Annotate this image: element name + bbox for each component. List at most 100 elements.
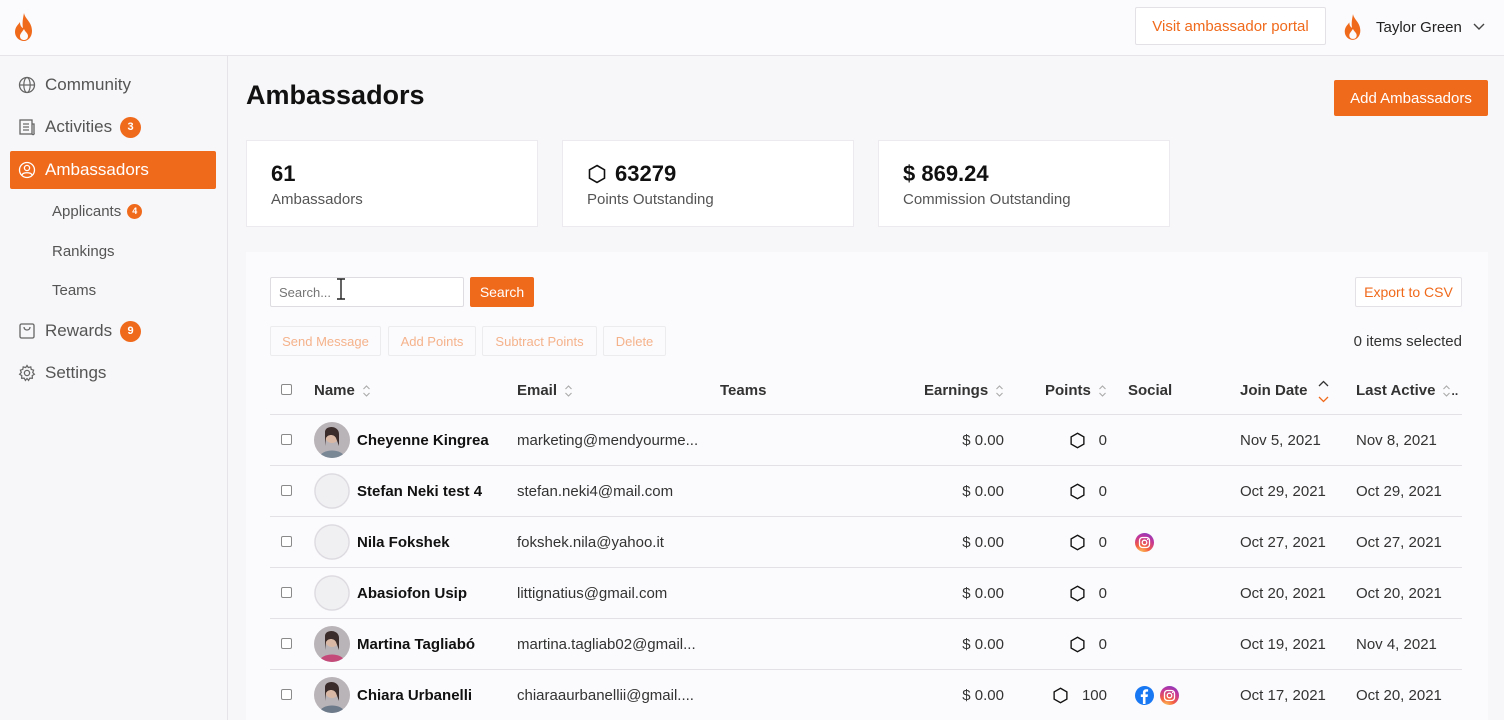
ambassador-points: 100 bbox=[1035, 670, 1107, 720]
ambassador-points: 0 bbox=[1035, 466, 1107, 516]
ambassador-last-active: Oct 20, 2021 bbox=[1356, 686, 1442, 704]
ambassador-name[interactable]: Cheyenne Kingrea bbox=[357, 415, 489, 465]
row-checkbox[interactable] bbox=[281, 434, 292, 445]
table-row[interactable]: Abasiofon Usip littignatius@gmail.com $ … bbox=[270, 568, 1462, 619]
ambassador-name[interactable]: Nila Fokshek bbox=[357, 517, 450, 567]
sort-icon[interactable] bbox=[1098, 382, 1107, 400]
sidebar-subitem-teams[interactable]: Teams bbox=[52, 279, 96, 301]
ambassador-email: chiaraaurbanellii@gmail.... bbox=[517, 686, 694, 704]
sidebar-item-label: Community bbox=[45, 75, 131, 94]
column-header-teams: Teams bbox=[720, 366, 766, 415]
user-flame-avatar-icon bbox=[1344, 14, 1361, 40]
sidebar-item-rewards[interactable]: Rewards 9 bbox=[10, 312, 216, 350]
ambassador-points: 0 bbox=[1035, 619, 1107, 669]
sidebar-item-ambassadors[interactable]: Ambassadors bbox=[10, 151, 216, 189]
column-header-earnings[interactable]: Earnings bbox=[924, 366, 1004, 415]
visit-portal-button[interactable]: Visit ambassador portal bbox=[1135, 7, 1326, 45]
ambassador-join-date: Oct 29, 2021 bbox=[1240, 482, 1326, 500]
table-row[interactable]: Martina Tagliabó martina.tagliab02@gmail… bbox=[270, 619, 1462, 670]
column-header-social: Social bbox=[1128, 366, 1172, 415]
column-label: Name bbox=[314, 382, 355, 399]
ambassador-join-date: Oct 19, 2021 bbox=[1240, 635, 1326, 653]
sort-descending-icon[interactable] bbox=[1317, 376, 1330, 406]
ambassador-email: martina.tagliab02@gmail... bbox=[517, 635, 696, 653]
sidebar-item-activities[interactable]: Activities 3 bbox=[10, 108, 216, 146]
avatar-photo bbox=[314, 422, 350, 458]
table-row[interactable]: Stefan Neki test 4 stefan.neki4@mail.com… bbox=[270, 466, 1462, 517]
table-row[interactable]: Cheyenne Kingrea marketing@mendyourme...… bbox=[270, 415, 1462, 466]
export-csv-button[interactable]: Export to CSV bbox=[1355, 277, 1462, 307]
sidebar-item-label: Ambassadors bbox=[45, 160, 149, 179]
sort-icon[interactable] bbox=[564, 382, 573, 400]
column-header-join-date[interactable]: Join Date bbox=[1240, 366, 1330, 415]
facebook-icon[interactable] bbox=[1135, 685, 1154, 705]
ambassador-earnings: $ 0.00 bbox=[962, 686, 1004, 704]
column-label: Social bbox=[1128, 382, 1173, 399]
hexagon-icon bbox=[1070, 431, 1085, 449]
column-header-name[interactable]: Name bbox=[314, 366, 371, 415]
add-ambassadors-button[interactable]: Add Ambassadors bbox=[1334, 80, 1488, 116]
ambassador-join-date: Oct 20, 2021 bbox=[1240, 584, 1326, 602]
ambassador-join-date: Oct 27, 2021 bbox=[1240, 533, 1326, 551]
column-header-points[interactable]: Points bbox=[1045, 366, 1107, 415]
row-checkbox[interactable] bbox=[281, 638, 292, 649]
sort-icon[interactable] bbox=[1442, 382, 1451, 400]
row-checkbox[interactable] bbox=[281, 689, 292, 700]
instagram-icon[interactable] bbox=[1135, 532, 1154, 552]
ambassador-social bbox=[1135, 517, 1160, 567]
ambassador-name[interactable]: Chiara Urbanelli bbox=[357, 670, 472, 720]
hexagon-icon bbox=[1070, 482, 1085, 500]
selected-count: 0 items selected bbox=[1353, 333, 1462, 350]
ambassador-points: 0 bbox=[1035, 415, 1107, 465]
delete-button[interactable]: Delete bbox=[603, 326, 666, 356]
ambassador-name[interactable]: Abasiofon Usip bbox=[357, 568, 467, 618]
ambassador-join-date: Oct 17, 2021 bbox=[1240, 686, 1326, 704]
column-overflow-ellipsis: .. bbox=[1451, 383, 1459, 398]
table-row[interactable]: Nila Fokshek fokshek.nila@yahoo.it $ 0.0… bbox=[270, 517, 1462, 568]
instagram-icon[interactable] bbox=[1160, 685, 1179, 705]
ambassador-points: 0 bbox=[1035, 517, 1107, 567]
gear-icon bbox=[18, 364, 36, 382]
rewards-count-badge: 9 bbox=[120, 320, 142, 342]
select-all-checkbox[interactable] bbox=[281, 384, 292, 395]
flame-logo-icon[interactable] bbox=[12, 12, 36, 42]
chevron-down-icon[interactable] bbox=[1472, 20, 1486, 34]
row-checkbox[interactable] bbox=[281, 536, 292, 547]
user-circle-icon bbox=[18, 161, 36, 179]
avatar-placeholder bbox=[314, 524, 350, 560]
sidebar-subitem-applicants[interactable]: Applicants 4 bbox=[52, 200, 143, 222]
text-cursor-icon bbox=[337, 278, 345, 300]
activities-count-badge: 3 bbox=[120, 116, 142, 138]
sidebar-item-settings[interactable]: Settings bbox=[10, 354, 216, 392]
search-button[interactable]: Search bbox=[470, 277, 534, 307]
ambassador-name[interactable]: Stefan Neki test 4 bbox=[357, 466, 482, 516]
sort-icon[interactable] bbox=[362, 382, 371, 400]
avatar-photo bbox=[314, 677, 350, 713]
avatar-placeholder bbox=[314, 575, 350, 611]
subtract-points-button[interactable]: Subtract Points bbox=[482, 326, 597, 356]
newspaper-icon bbox=[18, 118, 36, 136]
user-menu[interactable]: Taylor Green bbox=[1342, 12, 1486, 42]
sidebar-item-community[interactable]: Community bbox=[10, 66, 216, 104]
sidebar-item-label: Activities bbox=[45, 117, 113, 136]
sidebar-subitem-rankings[interactable]: Rankings bbox=[52, 240, 115, 262]
ambassador-name[interactable]: Martina Tagliabó bbox=[357, 619, 475, 669]
add-points-button[interactable]: Add Points bbox=[388, 326, 476, 356]
search-input[interactable] bbox=[270, 277, 464, 307]
sort-icon[interactable] bbox=[995, 382, 1004, 400]
sidebar-subitem-label: Teams bbox=[52, 281, 97, 299]
row-checkbox[interactable] bbox=[281, 485, 292, 496]
user-name: Taylor Green bbox=[1376, 18, 1462, 36]
row-checkbox[interactable] bbox=[281, 587, 292, 598]
column-header-email[interactable]: Email bbox=[517, 366, 573, 415]
send-message-button[interactable]: Send Message bbox=[270, 326, 381, 356]
sidebar-item-label: Settings bbox=[45, 363, 107, 382]
stat-value-wrap: 63279 bbox=[587, 161, 676, 187]
ambassador-earnings: $ 0.00 bbox=[962, 431, 1004, 449]
hexagon-icon bbox=[1070, 635, 1085, 653]
column-header-last-active[interactable]: Last Active .. bbox=[1356, 366, 1458, 415]
table-row[interactable]: Chiara Urbanelli chiaraaurbanellii@gmail… bbox=[270, 670, 1462, 720]
ambassador-last-active: Oct 20, 2021 bbox=[1356, 584, 1442, 602]
stat-value: 61 bbox=[271, 161, 296, 186]
stat-label: Commission Outstanding bbox=[903, 191, 1071, 208]
